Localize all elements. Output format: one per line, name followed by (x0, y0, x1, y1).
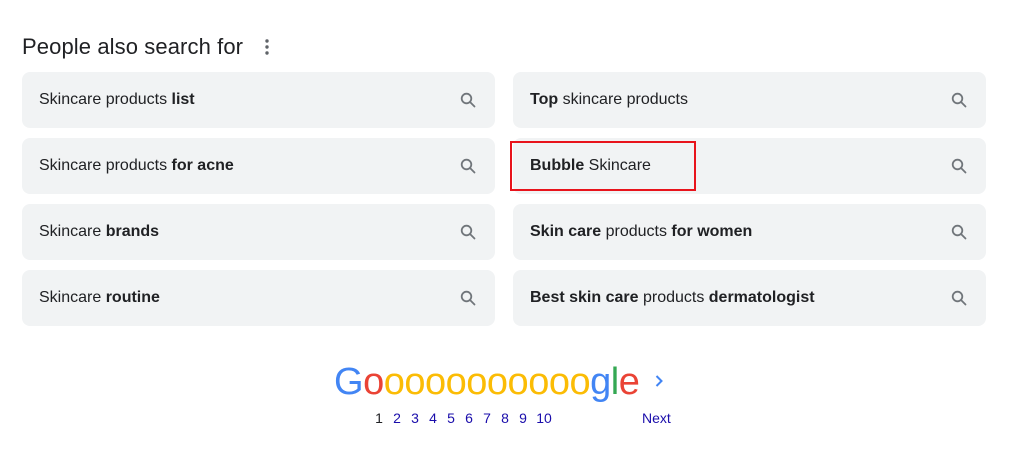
suggestion-bold-text: for women (671, 223, 753, 240)
logo-letter: o (363, 361, 384, 403)
logo-letter: o (466, 361, 487, 403)
logo-letter: o (569, 361, 591, 403)
logo-letter: o (383, 361, 405, 403)
suggestion-text: Skincare products (39, 157, 172, 174)
page-number-link[interactable]: 4 (424, 410, 442, 426)
page-number-link[interactable]: 5 (442, 410, 460, 426)
suggestion-chip[interactable]: Skincare products for acne (22, 138, 495, 194)
page-number-link[interactable]: 8 (496, 410, 514, 426)
logo-letter: g (590, 361, 611, 403)
suggestion-label: Best skin care products dermatologist (530, 289, 815, 307)
suggestion-text: Skincare products (39, 91, 172, 108)
page-number-link[interactable]: 1 (370, 410, 388, 426)
suggestion-bold-text: brands (105, 223, 160, 240)
suggestion-text: skincare products (558, 91, 688, 108)
suggestion-text: Skincare (39, 289, 106, 306)
suggestion-text: products (638, 289, 709, 306)
logo-letter: o (404, 361, 425, 403)
logo-letter: o (528, 361, 549, 403)
more-vert-icon[interactable] (257, 37, 277, 57)
logo-letter: o (424, 361, 446, 403)
suggestion-bold-text: Bubble (530, 157, 585, 174)
suggestion-chip[interactable]: Top skincare products (513, 72, 986, 128)
people-also-search-header: People also search for (22, 30, 277, 64)
page-number-link[interactable]: 7 (478, 410, 496, 426)
logo-letter: o (486, 361, 508, 403)
suggestion-text: Skincare (584, 157, 651, 174)
suggestion-label: Skincare products for acne (39, 157, 234, 175)
suggestion-bold-text: Skin care (530, 223, 602, 240)
page-number-link[interactable]: 2 (388, 410, 406, 426)
logo-letter: o (445, 361, 467, 403)
logo-letter: G (334, 361, 364, 403)
section-title: People also search for (22, 34, 244, 59)
page-number-link[interactable]: 3 (406, 410, 424, 426)
suggestion-grid: Skincare products list Top skincare produ… (22, 72, 986, 326)
search-icon (459, 91, 477, 109)
suggestion-bold-text: Top (530, 91, 559, 108)
logo-letter: e (618, 361, 640, 403)
suggestion-label: Skincare products list (39, 91, 195, 109)
suggestion-chip[interactable]: Skincare routine (22, 270, 495, 326)
logo-letter: o (548, 361, 570, 403)
google-pagination-logo: Gooooooooooogle (334, 360, 640, 404)
logo-letter: o (507, 361, 529, 403)
suggestion-chip[interactable]: Bubble Skincare (510, 138, 986, 194)
suggestion-label: Bubble Skincare (530, 157, 651, 175)
search-icon (950, 91, 968, 109)
suggestion-chip[interactable]: Skin care products for women (513, 204, 986, 260)
suggestion-label: Skincare brands (39, 223, 159, 241)
logo-letter: l (610, 361, 619, 403)
suggestion-text: products (601, 223, 672, 240)
page-number-link[interactable]: 6 (460, 410, 478, 426)
page-numbers: 1 2 3 4 5 6 7 8 9 10 (370, 410, 556, 426)
chevron-right-icon[interactable] (652, 374, 666, 388)
suggestion-chip[interactable]: Skincare brands (22, 204, 495, 260)
suggestion-bold-text: Best skin care (530, 289, 639, 306)
suggestion-chip[interactable]: Skincare products list (22, 72, 495, 128)
suggestion-bold-text: routine (105, 289, 160, 306)
suggestion-bold-text: dermatologist (708, 289, 815, 306)
search-icon (950, 289, 968, 307)
next-link[interactable]: Next (642, 410, 671, 426)
suggestion-chip[interactable]: Best skin care products dermatologist (513, 270, 986, 326)
suggestion-label: Top skincare products (530, 91, 688, 109)
page-number-link[interactable]: 10 (532, 410, 556, 426)
search-icon (950, 157, 968, 175)
suggestion-bold-text: list (171, 91, 195, 108)
search-icon (459, 157, 477, 175)
pagination: Gooooooooooogle 1 2 3 4 5 6 7 8 9 10 Next (334, 360, 694, 440)
page-number-link[interactable]: 9 (514, 410, 532, 426)
search-icon (459, 289, 477, 307)
suggestion-label: Skincare routine (39, 289, 160, 307)
search-icon (950, 223, 968, 241)
suggestion-text: Skincare (39, 223, 106, 240)
search-icon (459, 223, 477, 241)
suggestion-bold-text: for acne (171, 157, 234, 174)
suggestion-label: Skin care products for women (530, 223, 752, 241)
